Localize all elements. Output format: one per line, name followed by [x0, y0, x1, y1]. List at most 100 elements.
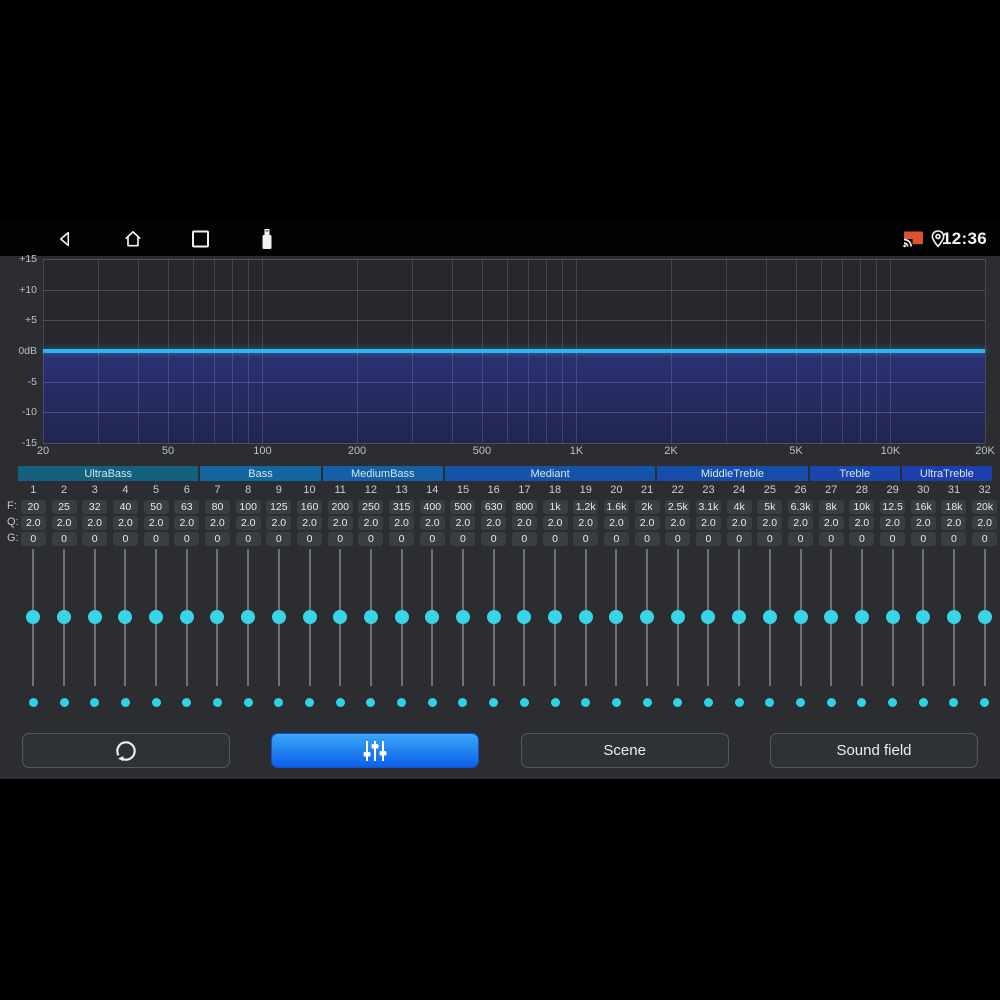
- eq-slider-thumb[interactable]: [609, 610, 624, 624]
- freq-value-chip[interactable]: 100: [235, 500, 261, 514]
- freq-value-chip[interactable]: 25: [51, 500, 77, 514]
- eq-slider[interactable]: [448, 548, 479, 690]
- eq-slider-thumb[interactable]: [977, 610, 992, 624]
- eq-slider-thumb[interactable]: [425, 610, 440, 624]
- q-value-chip[interactable]: 2.0: [235, 516, 261, 530]
- reset-button[interactable]: [22, 733, 230, 768]
- usb-button[interactable]: [261, 229, 273, 250]
- gain-value-chip[interactable]: 0: [665, 532, 691, 546]
- eq-slider[interactable]: [601, 548, 632, 690]
- freq-value-chip[interactable]: 4k: [726, 500, 752, 514]
- gain-value-chip[interactable]: 0: [143, 532, 169, 546]
- eq-slider-thumb[interactable]: [824, 610, 839, 624]
- q-value-chip[interactable]: 2.0: [266, 516, 292, 530]
- eq-slider[interactable]: [785, 548, 816, 690]
- eq-slider-thumb[interactable]: [670, 610, 685, 624]
- eq-slider[interactable]: [908, 548, 939, 690]
- q-value-chip[interactable]: 2.0: [910, 516, 936, 530]
- freq-value-chip[interactable]: 63: [174, 500, 200, 514]
- gain-value-chip[interactable]: 0: [297, 532, 323, 546]
- eq-slider-thumb[interactable]: [548, 610, 563, 624]
- freq-value-chip[interactable]: 200: [327, 500, 353, 514]
- freq-value-chip[interactable]: 20: [20, 500, 46, 514]
- q-value-chip[interactable]: 2.0: [695, 516, 721, 530]
- q-value-chip[interactable]: 2.0: [757, 516, 783, 530]
- eq-slider-thumb[interactable]: [302, 610, 317, 624]
- freq-value-chip[interactable]: 400: [419, 500, 445, 514]
- eq-slider[interactable]: [386, 548, 417, 690]
- gain-value-chip[interactable]: 0: [788, 532, 814, 546]
- eq-slider[interactable]: [417, 548, 448, 690]
- q-value-chip[interactable]: 2.0: [511, 516, 537, 530]
- eq-slider[interactable]: [939, 548, 970, 690]
- gain-value-chip[interactable]: 0: [603, 532, 629, 546]
- q-value-chip[interactable]: 2.0: [880, 516, 906, 530]
- eq-slider[interactable]: [847, 548, 878, 690]
- gain-value-chip[interactable]: 0: [235, 532, 261, 546]
- eq-slider[interactable]: [662, 548, 693, 690]
- eq-slider-thumb[interactable]: [26, 610, 41, 624]
- freq-value-chip[interactable]: 16k: [910, 500, 936, 514]
- q-value-chip[interactable]: 2.0: [665, 516, 691, 530]
- freq-value-chip[interactable]: 1.6k: [603, 500, 629, 514]
- q-value-chip[interactable]: 2.0: [849, 516, 875, 530]
- gain-value-chip[interactable]: 0: [726, 532, 752, 546]
- freq-value-chip[interactable]: 1.2k: [573, 500, 599, 514]
- freq-value-chip[interactable]: 250: [358, 500, 384, 514]
- eq-slider-thumb[interactable]: [946, 610, 961, 624]
- q-value-chip[interactable]: 2.0: [82, 516, 108, 530]
- gain-value-chip[interactable]: 0: [542, 532, 568, 546]
- sound-field-button[interactable]: Sound field: [769, 733, 978, 768]
- q-value-chip[interactable]: 2.0: [542, 516, 568, 530]
- freq-value-chip[interactable]: 500: [450, 500, 476, 514]
- freq-value-chip[interactable]: 80: [204, 500, 230, 514]
- freq-value-chip[interactable]: 315: [389, 500, 415, 514]
- q-value-chip[interactable]: 2.0: [603, 516, 629, 530]
- q-value-chip[interactable]: 2.0: [481, 516, 507, 530]
- freq-value-chip[interactable]: 5k: [757, 500, 783, 514]
- eq-slider[interactable]: [79, 548, 110, 690]
- eq-slider-thumb[interactable]: [394, 610, 409, 624]
- gain-value-chip[interactable]: 0: [818, 532, 844, 546]
- equalizer-button[interactable]: [271, 733, 480, 768]
- gain-value-chip[interactable]: 0: [204, 532, 230, 546]
- eq-slider[interactable]: [509, 548, 540, 690]
- q-value-chip[interactable]: 2.0: [297, 516, 323, 530]
- eq-slider[interactable]: [49, 548, 80, 690]
- eq-slider-thumb[interactable]: [179, 610, 194, 624]
- gain-value-chip[interactable]: 0: [358, 532, 384, 546]
- eq-slider[interactable]: [264, 548, 295, 690]
- freq-value-chip[interactable]: 3.1k: [695, 500, 721, 514]
- gain-value-chip[interactable]: 0: [634, 532, 660, 546]
- gain-value-chip[interactable]: 0: [849, 532, 875, 546]
- eq-slider-thumb[interactable]: [271, 610, 286, 624]
- eq-slider-thumb[interactable]: [118, 610, 133, 624]
- eq-slider[interactable]: [540, 548, 571, 690]
- freq-value-chip[interactable]: 1k: [542, 500, 568, 514]
- gain-value-chip[interactable]: 0: [695, 532, 721, 546]
- q-value-chip[interactable]: 2.0: [450, 516, 476, 530]
- gain-value-chip[interactable]: 0: [880, 532, 906, 546]
- q-value-chip[interactable]: 2.0: [788, 516, 814, 530]
- q-value-chip[interactable]: 2.0: [419, 516, 445, 530]
- freq-value-chip[interactable]: 2.5k: [665, 500, 691, 514]
- eq-slider-thumb[interactable]: [363, 610, 378, 624]
- q-value-chip[interactable]: 2.0: [112, 516, 138, 530]
- eq-slider-thumb[interactable]: [486, 610, 501, 624]
- eq-slider-thumb[interactable]: [885, 610, 900, 624]
- eq-slider[interactable]: [724, 548, 755, 690]
- eq-slider[interactable]: [171, 548, 202, 690]
- freq-value-chip[interactable]: 32: [82, 500, 108, 514]
- eq-slider-thumb[interactable]: [762, 610, 777, 624]
- gain-value-chip[interactable]: 0: [757, 532, 783, 546]
- back-button[interactable]: [56, 230, 75, 249]
- gain-value-chip[interactable]: 0: [972, 532, 998, 546]
- freq-value-chip[interactable]: 18k: [941, 500, 967, 514]
- q-value-chip[interactable]: 2.0: [20, 516, 46, 530]
- q-value-chip[interactable]: 2.0: [972, 516, 998, 530]
- q-value-chip[interactable]: 2.0: [818, 516, 844, 530]
- gain-value-chip[interactable]: 0: [51, 532, 77, 546]
- freq-value-chip[interactable]: 160: [297, 500, 323, 514]
- eq-slider[interactable]: [141, 548, 172, 690]
- q-value-chip[interactable]: 2.0: [634, 516, 660, 530]
